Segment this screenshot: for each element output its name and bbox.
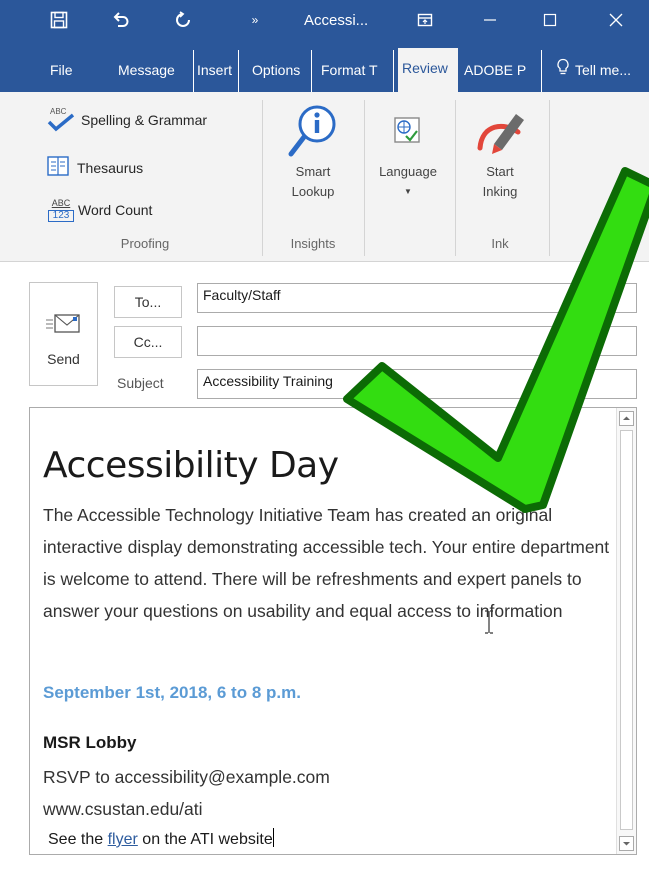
title-bar: » Accessi... [0,0,649,40]
send-envelope-icon [44,313,84,340]
event-location: MSR Lobby [43,733,137,752]
message-heading: Accessibility Day [43,445,339,486]
text-cursor-icon [484,610,494,639]
website-line: www.csustan.edu/ati [43,799,203,819]
flyer-suffix: on the ATI website [137,831,273,848]
proofing-group-label: Proofing [120,236,170,251]
word-count-icon-abc: ABC [51,198,71,208]
word-count-button[interactable]: ABC 123 Word Count [46,198,152,222]
send-button[interactable]: Send [29,282,98,386]
thesaurus-label: Thesaurus [77,159,144,176]
cc-button[interactable]: Cc... [114,326,182,358]
tab-file[interactable]: File [48,50,75,92]
word-count-icon: ABC 123 [46,198,76,222]
thesaurus-button[interactable]: Thesaurus [47,156,143,179]
tab-tell-me[interactable]: Tell me... [554,50,649,92]
smart-lookup-icon [287,102,339,165]
window-title: Accessi... [304,12,369,29]
spelling-grammar-label: Spelling & Grammar [81,112,208,128]
ribbon-display-icon[interactable] [410,0,440,40]
spelling-grammar-button[interactable]: ABC Spelling & Grammar [46,107,207,133]
undo-icon[interactable] [106,0,136,40]
more-icon[interactable]: » [243,0,267,40]
event-date: September 1st, 2018, 6 to 8 p.m. [43,683,301,702]
maximize-icon[interactable] [530,0,570,40]
flyer-line: See the flyer on the ATI website [48,828,274,849]
spelling-check-icon: ABC [46,107,78,133]
subject-label: Subject [117,375,164,391]
word-count-label: Word Count [78,202,153,218]
redo-icon[interactable] [168,0,198,40]
tab-adobe[interactable]: ADOBE P [462,50,542,92]
close-icon[interactable] [596,0,636,40]
flyer-link[interactable]: flyer [108,831,138,848]
flyer-prefix: See the [48,831,108,848]
tab-format-text[interactable]: Format T [319,50,394,92]
tab-message[interactable]: Message [116,50,194,92]
ribbon-tabs: File Message Insert Options Format T Rev… [0,40,649,92]
pen-icon [474,104,528,165]
save-icon[interactable] [44,0,74,40]
to-button[interactable]: To... [114,286,182,318]
group-divider [262,100,263,256]
tab-insert[interactable]: Insert [195,50,239,92]
language-icon [392,115,422,150]
text-caret [272,828,274,847]
tell-me-label: Tell me... [575,62,632,78]
rsvp-line: RSVP to accessibility@example.com [43,767,330,787]
checkmark-icon [343,167,649,513]
send-label: Send [47,351,80,367]
minimize-icon[interactable] [470,0,510,40]
tab-review[interactable]: Review [398,48,458,92]
lightbulb-icon [556,51,570,91]
scroll-down-icon[interactable] [619,836,634,851]
thesaurus-icon [47,156,73,179]
word-count-icon-123: 123 [48,210,74,222]
tab-options[interactable]: Options [250,50,312,92]
